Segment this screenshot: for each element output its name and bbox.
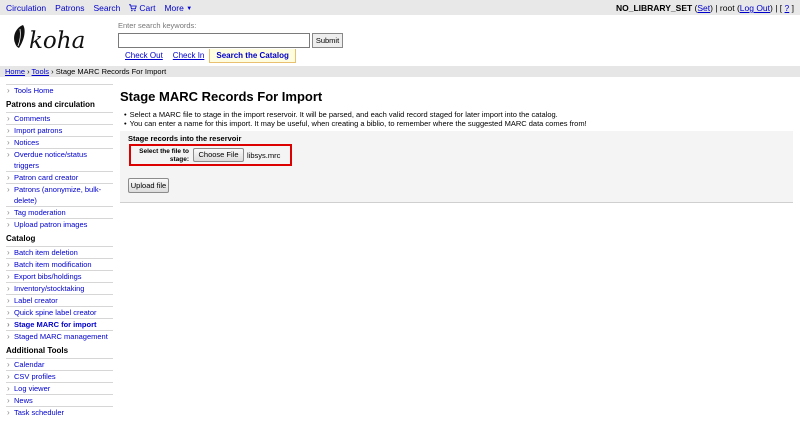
sidebar-item-label-creator[interactable]: Label creator bbox=[6, 294, 113, 306]
sidebar-item-notices[interactable]: Notices bbox=[6, 136, 113, 148]
logout-link[interactable]: Log Out bbox=[740, 3, 770, 13]
sidebar-section-catalog: Catalog bbox=[6, 234, 36, 243]
koha-logo[interactable]: koha bbox=[11, 21, 111, 59]
sidebar-item-inventory[interactable]: Inventory/stocktaking bbox=[6, 282, 113, 294]
search-submit-button[interactable]: Submit bbox=[312, 33, 343, 48]
top-navigation-bar: Circulation Patrons Search Cart More ▼ N… bbox=[0, 0, 800, 15]
nav-cart[interactable]: Cart bbox=[129, 3, 155, 13]
selected-file-name: libsys.mrc bbox=[247, 151, 281, 160]
sidebar-item-stage-marc[interactable]: Stage MARC for import bbox=[6, 318, 113, 330]
sidebar-item-log-viewer[interactable]: Log viewer bbox=[6, 382, 113, 394]
search-hint: Enter search keywords: bbox=[118, 21, 197, 30]
page-title: Stage MARC Records For Import bbox=[120, 89, 323, 104]
nav-search[interactable]: Search bbox=[93, 3, 120, 13]
breadcrumb-current: Stage MARC Records For Import bbox=[55, 67, 167, 76]
upload-file-button[interactable]: Upload file bbox=[128, 178, 169, 193]
sidebar-section-additional-tools: Additional Tools bbox=[6, 346, 69, 355]
sidebar-item-batch-item-modification[interactable]: Batch item modification bbox=[6, 258, 113, 270]
main-content: Stage MARC Records For Import Select a M… bbox=[120, 89, 795, 203]
choose-file-button[interactable]: Choose File bbox=[193, 148, 244, 162]
sidebar-item-batch-item-deletion[interactable]: Batch item deletion bbox=[6, 246, 113, 258]
catalog-search-input[interactable] bbox=[118, 33, 310, 48]
sidebar-item-tag-moderation[interactable]: Tag moderation bbox=[6, 206, 113, 218]
tab-check-out[interactable]: Check Out bbox=[120, 49, 168, 63]
main-menu: Circulation Patrons Search Cart More ▼ bbox=[6, 3, 192, 13]
chevron-down-icon: ▼ bbox=[186, 6, 193, 12]
sidebar-item-patron-card-creator[interactable]: Patron card creator bbox=[6, 171, 113, 183]
nav-circulation[interactable]: Circulation bbox=[6, 3, 46, 13]
sidebar-section-patrons: Patrons and circulation bbox=[6, 100, 95, 109]
sidebar-item-comments[interactable]: Comments bbox=[6, 112, 113, 124]
cart-icon bbox=[129, 4, 138, 12]
library-name: NO_LIBRARY_SET bbox=[615, 3, 693, 13]
svg-text:koha: koha bbox=[29, 28, 85, 54]
search-tabs: Check Out Check In Search the Catalog bbox=[120, 49, 296, 63]
sidebar-item-import-patrons[interactable]: Import patrons bbox=[6, 124, 113, 136]
sidebar-item-quick-spine-label[interactable]: Quick spine label creator bbox=[6, 306, 113, 318]
sidebar-item-csv-profiles[interactable]: CSV profiles bbox=[6, 370, 113, 382]
sidebar-item-tools-home[interactable]: Tools Home bbox=[6, 84, 113, 96]
sidebar-item-news[interactable]: News bbox=[6, 394, 113, 406]
stage-records-fieldset: Stage records into the reservoir Select … bbox=[120, 131, 793, 203]
breadcrumb-tools[interactable]: Tools bbox=[32, 67, 50, 76]
instructions-list: Select a MARC file to stage in the impor… bbox=[120, 110, 795, 128]
sidebar-item-task-scheduler[interactable]: Task scheduler bbox=[6, 406, 113, 418]
user-info: NO_LIBRARY_SET (Set) | root (Log Out) | … bbox=[615, 3, 794, 13]
breadcrumb-home[interactable]: Home bbox=[5, 67, 25, 76]
username: root bbox=[719, 3, 735, 13]
tab-search-catalog[interactable]: Search the Catalog bbox=[209, 49, 296, 63]
sidebar-item-export-bibs[interactable]: Export bibs/holdings bbox=[6, 270, 113, 282]
file-select-row: Select the file to stage: Choose File li… bbox=[129, 144, 292, 166]
nav-cart-label: Cart bbox=[139, 3, 156, 13]
nav-more-label: More bbox=[164, 3, 184, 13]
sidebar-item-patrons-anonymize[interactable]: Patrons (anonymize, bulk-delete) bbox=[6, 183, 113, 206]
tools-sidebar: Tools Home Patrons and circulation Comme… bbox=[0, 84, 113, 418]
instruction-item: Select a MARC file to stage in the impor… bbox=[124, 110, 795, 119]
file-select-label: Select the file to stage: bbox=[139, 148, 189, 163]
breadcrumb: Home › Tools › Stage MARC Records For Im… bbox=[0, 66, 800, 77]
fieldset-legend: Stage records into the reservoir bbox=[128, 134, 242, 143]
instruction-item: You can enter a name for this import. It… bbox=[124, 119, 795, 128]
sidebar-item-overdue-triggers[interactable]: Overdue notice/status triggers bbox=[6, 148, 113, 171]
nav-more[interactable]: More ▼ bbox=[164, 3, 192, 13]
sidebar-item-upload-patron-images[interactable]: Upload patron images bbox=[6, 218, 113, 230]
help-link[interactable]: ? bbox=[785, 3, 790, 13]
nav-patrons[interactable]: Patrons bbox=[55, 3, 84, 13]
tab-check-in[interactable]: Check In bbox=[168, 49, 210, 63]
sidebar-item-calendar[interactable]: Calendar bbox=[6, 358, 113, 370]
sidebar-item-staged-marc-management[interactable]: Staged MARC management bbox=[6, 330, 113, 342]
set-library-link[interactable]: Set bbox=[697, 3, 710, 13]
header: koha Enter search keywords: Submit Check… bbox=[0, 15, 800, 65]
